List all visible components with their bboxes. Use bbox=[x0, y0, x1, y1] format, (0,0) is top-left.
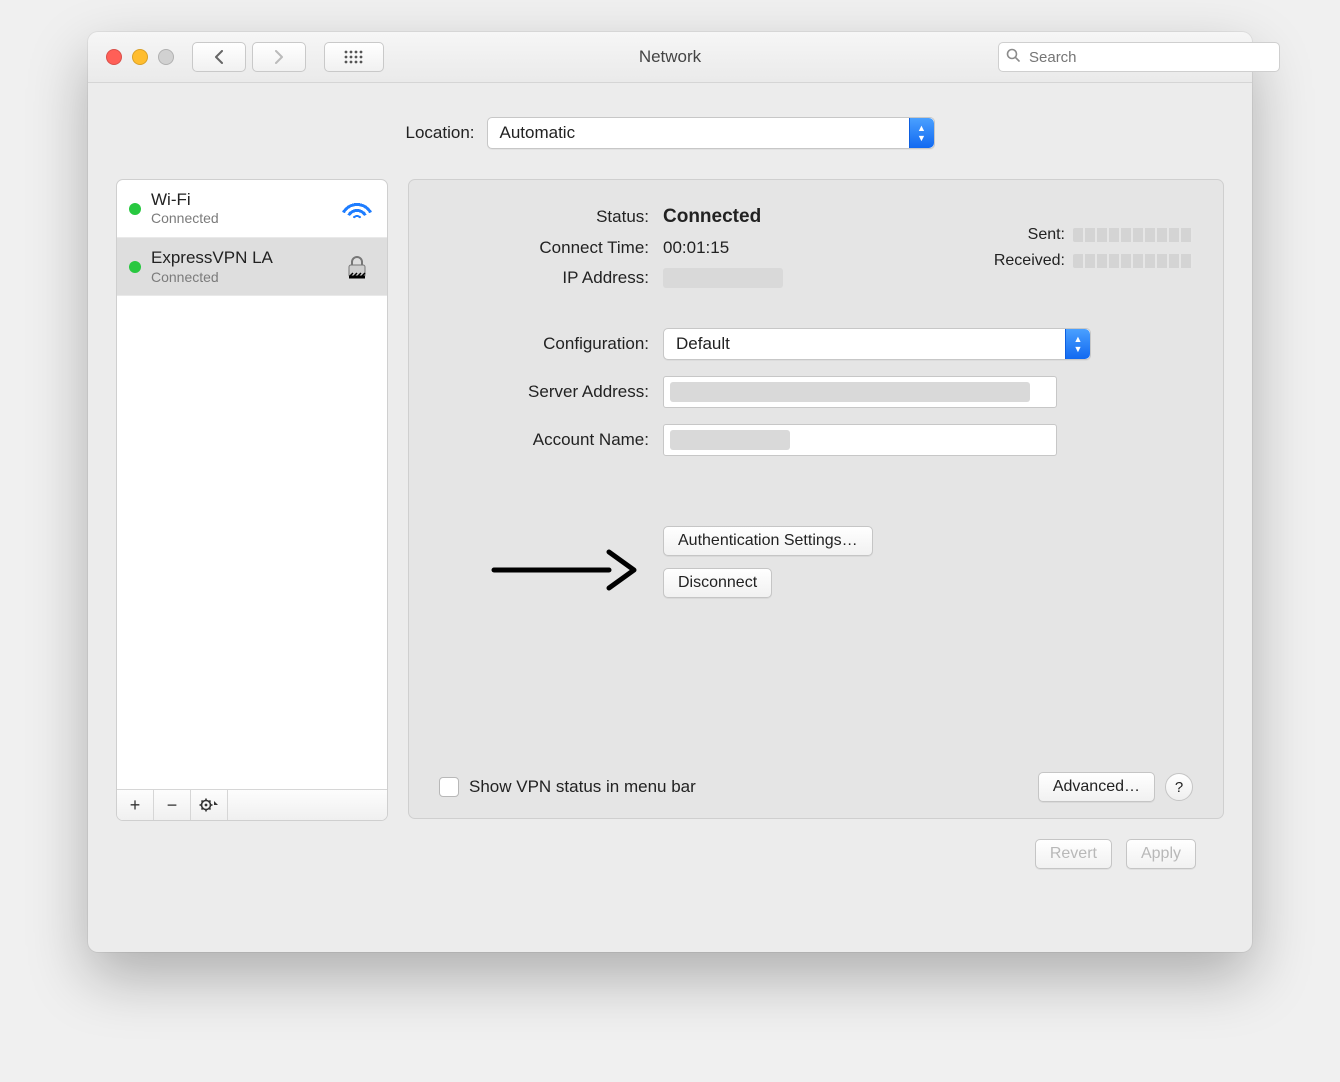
connect-time-label: Connect Time: bbox=[439, 238, 649, 258]
sidebar-item-status: Connected bbox=[151, 269, 329, 286]
location-popup[interactable]: Automatic ▲▼ bbox=[487, 117, 935, 149]
titlebar: Network bbox=[88, 32, 1252, 83]
status-dot-icon bbox=[129, 203, 141, 215]
advanced-button[interactable]: Advanced… bbox=[1038, 772, 1155, 802]
sidebar-toolbar: + − bbox=[117, 789, 387, 820]
ip-address-value-redacted bbox=[663, 268, 783, 288]
sent-label: Sent: bbox=[994, 226, 1065, 244]
configuration-value: Default bbox=[676, 334, 730, 354]
sidebar-item-name: ExpressVPN LA bbox=[151, 248, 329, 268]
wifi-icon bbox=[339, 194, 375, 224]
disconnect-button[interactable]: Disconnect bbox=[663, 568, 772, 598]
sent-meter bbox=[1073, 228, 1193, 242]
close-window-button[interactable] bbox=[106, 49, 122, 65]
revert-button[interactable]: Revert bbox=[1035, 839, 1112, 869]
location-value: Automatic bbox=[500, 123, 576, 143]
apply-button[interactable]: Apply bbox=[1126, 839, 1196, 869]
annotation-arrow-icon bbox=[489, 540, 639, 604]
gear-icon bbox=[199, 798, 219, 812]
traffic-lights bbox=[106, 49, 174, 65]
service-settings-button[interactable] bbox=[191, 790, 228, 820]
location-label: Location: bbox=[406, 123, 475, 143]
show-vpn-status-label: Show VPN status in menu bar bbox=[469, 777, 696, 797]
sidebar-item-status: Connected bbox=[151, 210, 329, 227]
account-name-field[interactable] bbox=[663, 424, 1057, 456]
add-service-button[interactable]: + bbox=[117, 790, 154, 820]
sidebar-item-name: Wi-Fi bbox=[151, 190, 329, 210]
search-field-wrap bbox=[998, 42, 1238, 72]
status-label: Status: bbox=[439, 207, 649, 227]
chevron-left-icon bbox=[213, 50, 225, 64]
authentication-settings-button[interactable]: Authentication Settings… bbox=[663, 526, 873, 556]
forward-button bbox=[252, 42, 306, 72]
show-all-button[interactable] bbox=[324, 42, 384, 72]
service-list: Wi-Fi Connected ExpressVPN LA Connected bbox=[117, 180, 387, 789]
search-icon bbox=[1006, 48, 1020, 66]
service-sidebar: Wi-Fi Connected ExpressVPN LA Connected bbox=[116, 179, 388, 821]
help-button[interactable]: ? bbox=[1165, 773, 1193, 801]
show-vpn-status-checkbox[interactable] bbox=[439, 777, 459, 797]
remove-service-button[interactable]: − bbox=[154, 790, 191, 820]
configuration-popup[interactable]: Default ▲▼ bbox=[663, 328, 1091, 360]
ip-address-label: IP Address: bbox=[439, 268, 649, 288]
sidebar-item-vpn[interactable]: ExpressVPN LA Connected bbox=[117, 238, 387, 296]
zoom-window-button bbox=[158, 49, 174, 65]
received-label: Received: bbox=[994, 252, 1065, 270]
stepper-icon: ▲▼ bbox=[909, 118, 934, 148]
server-address-field[interactable] bbox=[663, 376, 1057, 408]
network-preferences-window: Network Location: Automatic ▲▼ bbox=[88, 32, 1252, 952]
account-name-value-redacted bbox=[670, 430, 790, 450]
account-name-label: Account Name: bbox=[439, 430, 649, 450]
sidebar-item-wifi[interactable]: Wi-Fi Connected bbox=[117, 180, 387, 238]
server-address-value-redacted bbox=[670, 382, 1030, 402]
server-address-label: Server Address: bbox=[439, 382, 649, 402]
stepper-icon: ▲▼ bbox=[1065, 329, 1090, 359]
configuration-label: Configuration: bbox=[439, 334, 649, 354]
status-value: Connected bbox=[663, 206, 1193, 228]
search-input[interactable] bbox=[998, 42, 1280, 72]
service-detail-pane: Status: Connected Connect Time: 00:01:15… bbox=[408, 179, 1224, 819]
chevron-right-icon bbox=[273, 50, 285, 64]
grid-icon bbox=[344, 50, 364, 64]
back-button[interactable] bbox=[192, 42, 246, 72]
status-dot-icon bbox=[129, 261, 141, 273]
lock-icon bbox=[339, 252, 375, 282]
minimize-window-button[interactable] bbox=[132, 49, 148, 65]
received-meter bbox=[1073, 254, 1193, 268]
